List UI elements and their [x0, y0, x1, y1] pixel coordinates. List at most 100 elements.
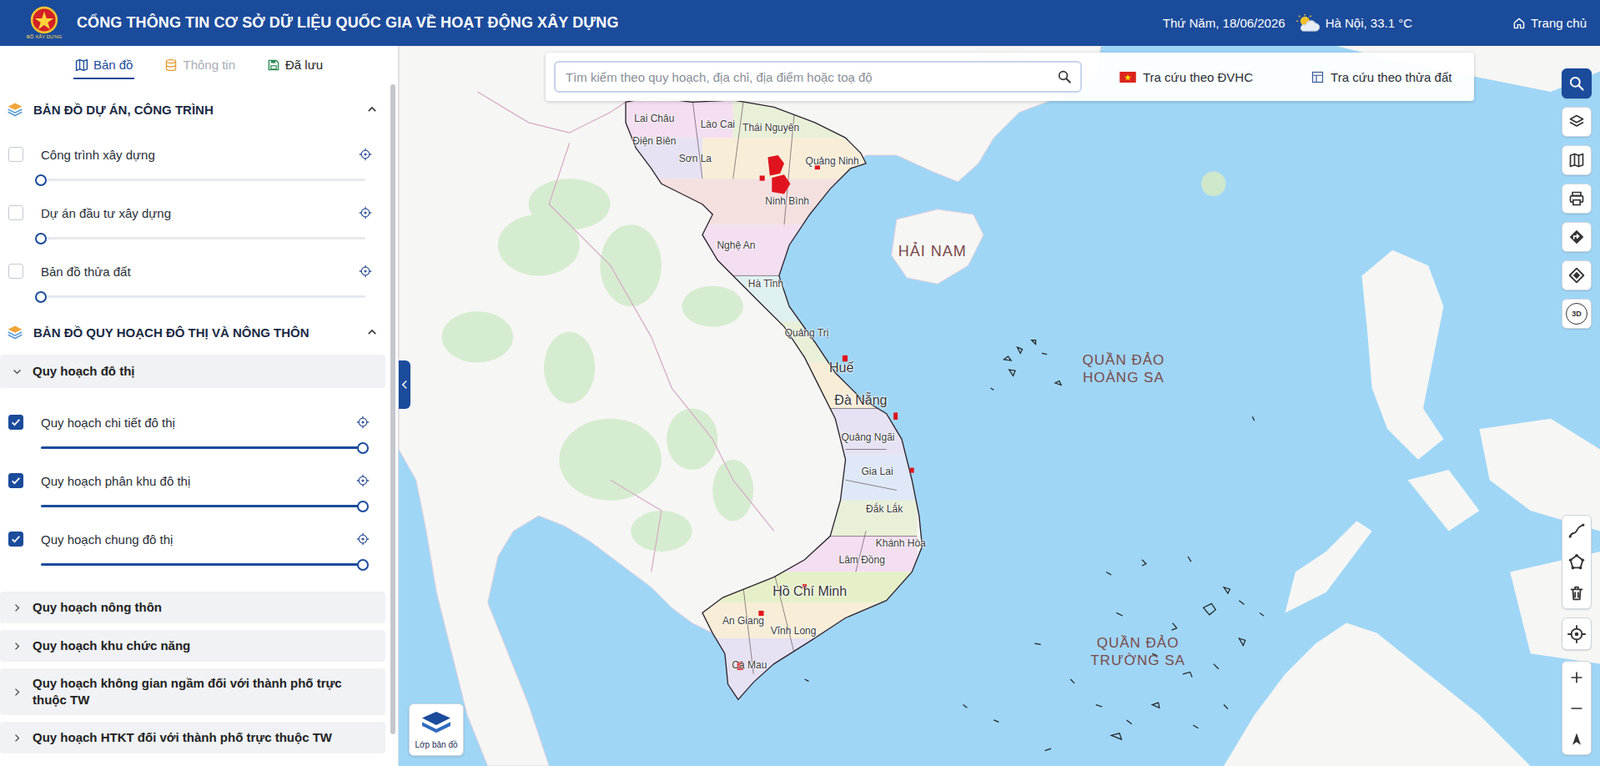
polygon-icon[interactable]	[1567, 553, 1586, 572]
layer-label[interactable]: Quy hoạch chung đô thị	[40, 532, 173, 547]
basemap-icon[interactable]	[1568, 151, 1585, 169]
locate-icon[interactable]	[1567, 624, 1586, 644]
section-title[interactable]: BẢN ĐỒ DỰ ÁN, CÔNG TRÌNH	[33, 102, 214, 117]
group-label[interactable]: Quy hoạch đô thị	[32, 362, 136, 380]
map-tool-button[interactable]	[1561, 183, 1592, 214]
chevron-up-icon[interactable]	[366, 103, 378, 116]
directions-icon[interactable]	[1568, 228, 1585, 246]
group-label[interactable]: Quy hoạch nông thôn	[32, 598, 162, 616]
slider-knob[interactable]	[357, 442, 369, 454]
layers-icon[interactable]	[1568, 113, 1585, 131]
map[interactable]: Lai ChâuLào CaiThái NguyênĐiện BiênSơn L…	[398, 45, 1600, 766]
section-header[interactable]: BẢN ĐỒ DỰ ÁN, CÔNG TRÌNH	[0, 94, 388, 125]
zoom-to-layer-icon[interactable]	[356, 473, 370, 488]
search-input[interactable]	[563, 69, 1057, 86]
zoom-to-layer-icon[interactable]	[358, 206, 373, 220]
map-control-button[interactable]	[1562, 661, 1591, 693]
chevron-right-icon[interactable]	[11, 640, 23, 652]
group-label[interactable]: Quy hoạch không gian ngầm đối với thành …	[32, 674, 378, 709]
layer-checkbox[interactable]	[8, 146, 24, 162]
layer-checkbox[interactable]	[8, 205, 24, 221]
tab-label[interactable]: Đã lưu	[285, 57, 323, 72]
opacity-slider[interactable]	[40, 231, 366, 246]
tab-label[interactable]: Bản đồ	[93, 57, 134, 72]
map-tool-button[interactable]	[1561, 106, 1592, 137]
section-title[interactable]: BẢN ĐỒ QUY HOẠCH ĐÔ THỊ VÀ NÔNG THÔN	[33, 325, 310, 340]
map-control-button[interactable]	[1562, 692, 1591, 724]
chevron-right-icon[interactable]	[11, 732, 23, 744]
map-control-button[interactable]	[1562, 515, 1591, 547]
zoom-to-layer-icon[interactable]	[358, 264, 373, 278]
layer-label[interactable]: Dự án đầu tư xây dựng	[40, 206, 172, 221]
layer-label[interactable]: Quy hoạch chi tiết đô thị	[40, 415, 176, 430]
group-label[interactable]: Quy hoạch khu chức năng	[32, 637, 191, 655]
slider-knob[interactable]	[35, 291, 47, 303]
search-icon[interactable]	[1056, 69, 1072, 85]
map-tool-button[interactable]	[1561, 68, 1592, 99]
lookup-button[interactable]: Tra cứu theo thửa đất	[1311, 70, 1452, 85]
group-label[interactable]: Quy hoạch HTKT đối với thành phố trực th…	[32, 729, 333, 746]
zoom-to-layer-icon[interactable]	[356, 415, 370, 429]
opacity-slider[interactable]	[40, 441, 363, 455]
layer-checkbox[interactable]	[8, 263, 24, 279]
map-tool-button[interactable]	[1561, 221, 1592, 252]
map-tool-button[interactable]: 3D	[1561, 298, 1592, 329]
lookup-label[interactable]: Tra cứu theo thửa đất	[1330, 70, 1452, 85]
search-box[interactable]	[553, 60, 1082, 93]
opacity-slider[interactable]	[40, 558, 363, 572]
map-control-button[interactable]	[1562, 618, 1591, 650]
layer-checkbox[interactable]	[8, 472, 24, 489]
home-label[interactable]: Trang chủ	[1530, 15, 1587, 31]
slider-knob[interactable]	[357, 558, 369, 571]
section-header[interactable]: BẢN ĐỒ QUY HOẠCH ĐÔ THỊ VÀ NÔNG THÔN	[0, 316, 388, 348]
map-control-button[interactable]	[1562, 546, 1591, 578]
group-header[interactable]: Quy hoạch không gian ngầm đối với thành …	[0, 668, 386, 715]
map-canvas[interactable]	[398, 45, 1600, 766]
map-tool-button[interactable]	[1561, 260, 1592, 291]
chevron-down-icon[interactable]	[11, 366, 23, 378]
lookup-button[interactable]: Tra cứu theo ĐVHC	[1119, 70, 1253, 85]
print-icon[interactable]	[1568, 190, 1585, 207]
opacity-slider[interactable]	[40, 290, 366, 304]
layer-checkbox[interactable]	[8, 531, 24, 547]
slider-knob[interactable]	[357, 500, 369, 513]
layer-checkbox[interactable]	[8, 414, 24, 430]
group-header[interactable]: Quy hoạch khu chức năng	[0, 629, 386, 662]
group-header[interactable]: Quy hoạch đô thị	[0, 354, 386, 388]
opacity-slider[interactable]	[40, 499, 363, 514]
slider-knob[interactable]	[35, 232, 47, 245]
zoom-out-icon[interactable]	[1568, 699, 1585, 717]
chevron-up-icon[interactable]	[366, 326, 378, 338]
layer-label[interactable]: Công trình xây dựng	[40, 147, 156, 162]
north-arrow-icon[interactable]	[1568, 730, 1585, 748]
chevron-right-icon[interactable]	[11, 686, 23, 698]
scrollbar-thumb[interactable]	[390, 84, 396, 735]
zoom-to-layer-icon[interactable]	[358, 147, 373, 162]
map-tool-button[interactable]	[1561, 145, 1592, 176]
lookup-label[interactable]: Tra cứu theo ĐVHC	[1142, 70, 1253, 85]
basemap-layer-label[interactable]: Lớp bản đồ	[414, 739, 458, 750]
trash-icon[interactable]	[1567, 583, 1586, 603]
map-control-button[interactable]	[1562, 723, 1591, 755]
polyline-icon[interactable]	[1567, 522, 1586, 541]
zoom-in-icon[interactable]	[1568, 669, 1585, 686]
map-control-button[interactable]	[1562, 577, 1591, 609]
layer-label[interactable]: Quy hoạch phân khu đô thị	[40, 473, 191, 489]
opacity-slider[interactable]	[40, 173, 366, 187]
sidebar-tab[interactable]: Đã lưu	[265, 52, 325, 80]
group-header[interactable]: Quy hoạch nông thôn	[0, 591, 386, 624]
scrollbar[interactable]	[387, 79, 398, 766]
group-header[interactable]: Quy hoạch HTKT đối với thành phố trực th…	[0, 721, 386, 754]
ministry-logo[interactable]: BỘ XÂY DỰNG	[25, 5, 64, 41]
search-icon[interactable]	[1568, 75, 1585, 92]
zoom-to-layer-icon[interactable]	[356, 532, 370, 546]
home-link[interactable]: Trang chủ	[1512, 15, 1587, 31]
slider-knob[interactable]	[35, 174, 47, 187]
route-icon[interactable]	[1568, 266, 1585, 284]
view-3d-label[interactable]: 3D	[1565, 302, 1588, 325]
sidebar-tab[interactable]: Bản đồ	[73, 52, 136, 80]
basemap-layer-button[interactable]: Lớp bản đồ	[408, 703, 464, 756]
collapse-sidebar-button[interactable]	[398, 360, 411, 409]
layer-label[interactable]: Bản đồ thửa đất	[40, 264, 131, 279]
chevron-right-icon[interactable]	[11, 602, 23, 614]
